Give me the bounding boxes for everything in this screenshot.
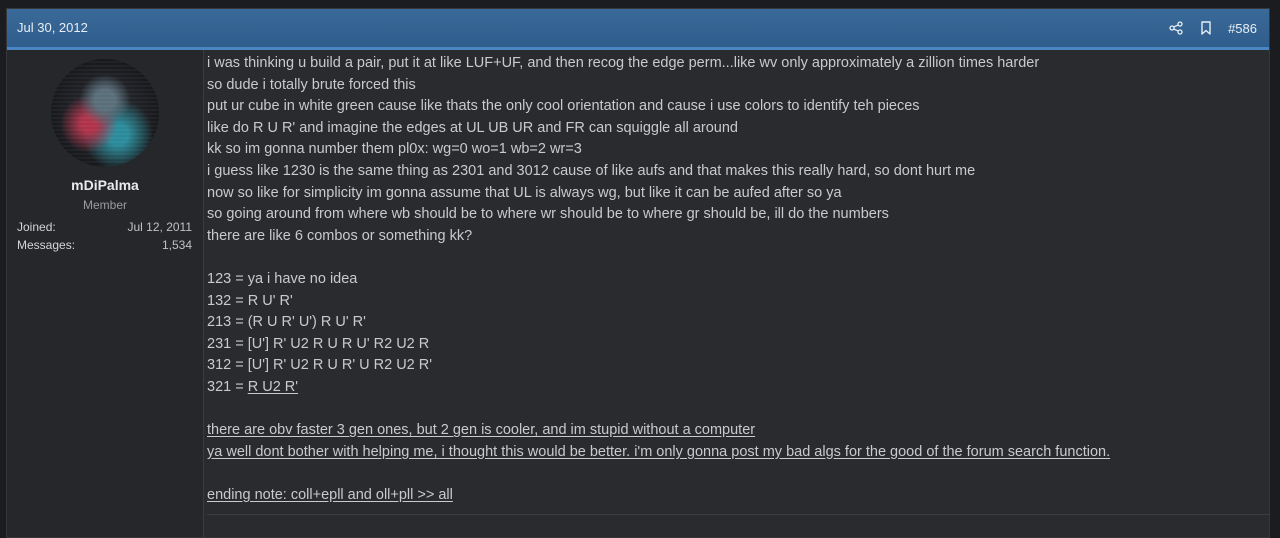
messages-stat: Messages: 1,534 bbox=[17, 238, 192, 252]
alg-line-321: 321 = R U2 R' bbox=[207, 377, 1270, 399]
alg-line: 231 = [U'] R' U2 R U R U' R2 U2 R bbox=[207, 335, 430, 352]
alg-line: 312 = [U'] R' U2 R U R' U R2 U2 R' bbox=[207, 357, 433, 374]
bookmark-icon[interactable] bbox=[1198, 20, 1214, 36]
share-icon[interactable] bbox=[1168, 20, 1184, 36]
joined-value: Jul 12, 2011 bbox=[127, 220, 193, 234]
messages-value[interactable]: 1,534 bbox=[162, 238, 192, 252]
avatar[interactable] bbox=[51, 59, 159, 167]
alg-321-link[interactable]: R U2 R' bbox=[248, 379, 298, 395]
post-header: Jul 30, 2012 #586 bbox=[7, 9, 1269, 50]
body-line: like do R U R' and imagine the edges at … bbox=[207, 119, 738, 136]
post-footer-divider bbox=[207, 514, 1270, 515]
body-line: so going around from where wb should be … bbox=[207, 206, 889, 223]
note-link[interactable]: there are obv faster 3 gen ones, but 2 g… bbox=[207, 420, 1270, 442]
body-line: kk so im gonna number them pl0x: wg=0 wo… bbox=[207, 141, 582, 158]
alg-line: 123 = ya i have no idea bbox=[207, 270, 358, 287]
body-line: i was thinking u build a pair, put it at… bbox=[207, 55, 1040, 71]
ending-note-link[interactable]: ending note: coll+epll and oll+pll >> al… bbox=[207, 485, 1270, 507]
post-date[interactable]: Jul 30, 2012 bbox=[17, 20, 88, 35]
note-link[interactable]: ya well dont bother with helping me, i t… bbox=[207, 442, 1270, 464]
user-info-panel: mDiPalma Member Joined: Jul 12, 2011 Mes… bbox=[7, 50, 204, 537]
body-line: so dude i totally brute forced this bbox=[207, 76, 416, 93]
post-actions: #586 bbox=[1168, 17, 1257, 39]
joined-stat: Joined: Jul 12, 2011 bbox=[17, 220, 192, 234]
body-line: i guess like 1230 is the same thing as 2… bbox=[207, 162, 976, 179]
alg-321-prefix: 321 = bbox=[207, 378, 248, 395]
username-link[interactable]: mDiPalma bbox=[7, 177, 203, 193]
user-title: Member bbox=[82, 198, 127, 212]
alg-line: 213 = (R U R' U') R U' R' bbox=[207, 314, 366, 331]
body-line: now so like for simplicity im gonna assu… bbox=[207, 184, 842, 201]
alg-line: 132 = R U' R' bbox=[207, 292, 293, 309]
post-body: i was thinking u build a pair, put it at… bbox=[207, 53, 1270, 506]
joined-label: Joined: bbox=[17, 220, 56, 234]
body-line: put ur cube in white green cause like th… bbox=[207, 98, 920, 115]
post-number-link[interactable]: #586 bbox=[1228, 21, 1257, 36]
messages-label: Messages: bbox=[17, 238, 76, 252]
body-line: there are like 6 combos or something kk? bbox=[207, 227, 473, 244]
